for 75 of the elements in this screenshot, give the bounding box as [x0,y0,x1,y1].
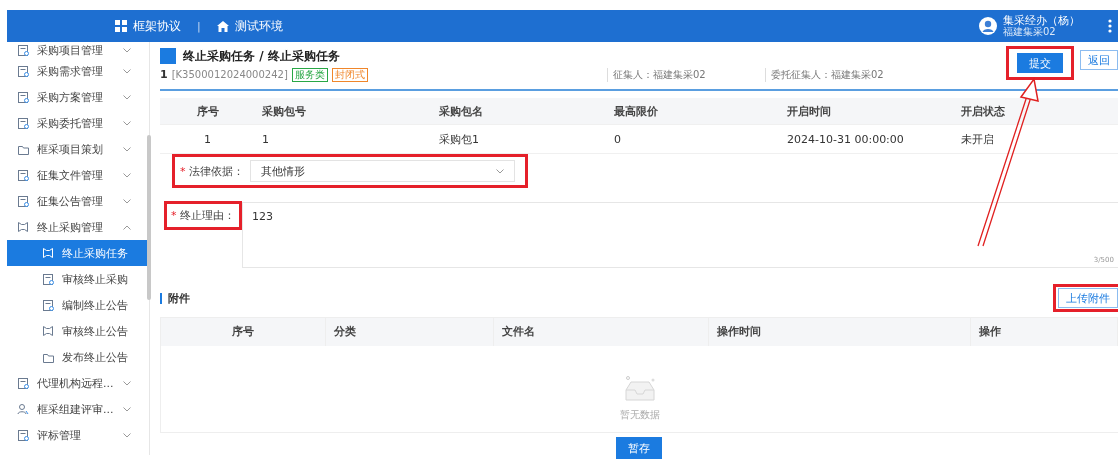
more-icon [1108,19,1112,33]
document-icon [17,116,29,130]
field-label: * 终止理由： [171,208,235,223]
sidebar-subitem[interactable]: 发布终止公告 [7,344,148,370]
tag-label: 封闭式 [331,67,368,82]
legal-basis-select[interactable]: 其他情形 [250,160,515,182]
sidebar-item[interactable]: 框采项目策划 [7,136,149,162]
sidebar-item[interactable]: 评标管理 [7,422,149,448]
table-cell-text: 0 [613,132,622,146]
document-icon [17,64,29,78]
app-title: 框架协议 [133,17,181,35]
table-cell-text: 未开启 [960,131,995,147]
column-header: 分类 [326,318,494,346]
sidebar-subitem[interactable]: 审核终止公告 [7,318,148,344]
sidebar-item[interactable]: 采购方案管理 [7,84,149,110]
sidebar-subitem[interactable]: 编制终止公告 [7,292,148,318]
sidebar-item[interactable]: 征集文件管理 [7,162,149,188]
column-header: 开启状态 [960,103,1006,119]
document-icon [17,428,29,442]
field-label: * 法律依据： [180,163,244,179]
frame-icon [42,324,54,338]
column-header: 操作时间 [709,318,971,346]
user-org: 福建集采02 [1003,26,1056,37]
user-name: 集采经办（杨） [1003,14,1080,27]
scrollbar-thumb[interactable] [147,135,151,300]
tag-label: 服务类 [291,67,328,82]
sidebar-item[interactable]: 框采组建评审... [7,396,149,422]
sidebar-subitem[interactable]: 终止采购任务 [7,240,148,266]
sidebar-item[interactable]: 采购委托管理 [7,110,149,136]
column-header: 序号 [161,318,326,346]
sidebar-item[interactable]: 采购项目管理 [7,42,149,58]
home-icon [216,20,229,32]
meta-text: 委托征集人：福建集采02 [765,67,923,82]
document-icon [17,90,29,104]
sidebar-item[interactable]: 代理机构远程... [7,370,149,396]
column-header: 采购包号 [261,103,307,119]
column-header: 最高限价 [613,103,659,119]
upload-button[interactable]: 上传附件 [1058,288,1118,308]
sidebar-item[interactable]: 采购需求管理 [7,58,149,84]
meta-text: 征集人：福建集采02 [607,67,765,82]
table-cell-text: 1 [203,132,212,146]
column-header: 序号 [195,103,220,119]
document-icon [17,376,29,390]
section-title: 附件 [160,292,190,304]
document-icon [42,272,54,286]
column-header: 开启时间 [786,103,832,119]
table-cell-text: 2024-10-31 00:00:00 [786,132,905,146]
sidebar-item[interactable]: 终止采购管理 [7,214,149,240]
save-button[interactable]: 暂存 [616,437,662,459]
person-icon [17,402,29,416]
submit-button[interactable]: 提交 [1017,53,1063,73]
document-icon [42,298,54,312]
document-icon [17,194,29,208]
table-cell-text: 采购包1 [438,131,480,147]
empty-text: 暂无数据 [619,408,660,422]
environment-label: 测试环境 [234,17,283,35]
avatar-icon [979,17,997,35]
chevron-down-icon [496,168,504,174]
task-index: 1 [160,68,168,81]
title-square-icon [160,48,176,64]
column-header: 文件名 [494,318,709,346]
sidebar-item[interactable]: 征集公告管理 [7,188,149,214]
back-button[interactable]: 返回 [1080,50,1118,70]
page-title: 终止采购任务 / 终止采购任务 [183,47,340,65]
document-icon [17,43,29,57]
sidebar-subitem[interactable]: 审核终止采购 [7,266,148,292]
column-header: 采购包名 [438,103,484,119]
grid-icon [115,20,127,32]
table-cell-text: 1 [261,132,270,146]
document-icon [17,168,29,182]
frame-icon [42,246,54,260]
frame-icon [17,220,29,234]
header-separator: | [197,19,201,33]
task-code: [K3500012024000242] [171,69,288,80]
column-header: 操作 [971,318,1118,346]
